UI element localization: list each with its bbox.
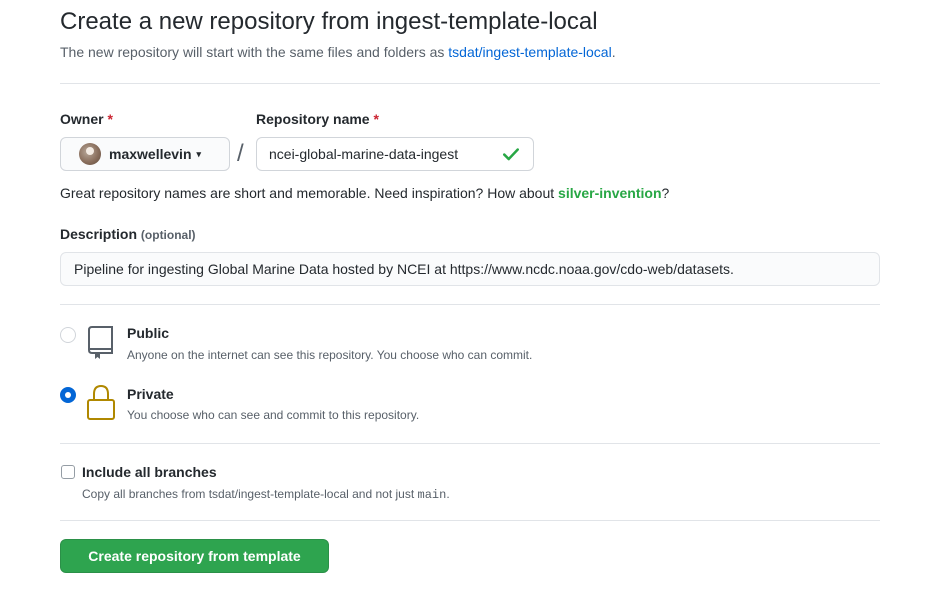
- repository-name-field[interactable]: [256, 137, 534, 171]
- owner-name: maxwellevin: [109, 146, 192, 162]
- create-repository-button[interactable]: Create repository from template: [60, 539, 329, 573]
- repo-icon: [88, 326, 113, 359]
- branches-note-text: Copy all branches from tsdat/ingest-temp…: [82, 487, 418, 501]
- page-subtitle: The new repository will start with the s…: [60, 44, 616, 60]
- required-mark: *: [373, 111, 379, 127]
- private-description: You choose who can see and commit to thi…: [127, 408, 420, 422]
- lock-icon: [87, 384, 115, 420]
- divider: [60, 520, 880, 521]
- include-branches-description: Copy all branches from tsdat/ingest-temp…: [82, 487, 450, 502]
- name-hint: Great repository names are short and mem…: [60, 185, 669, 201]
- avatar: [79, 143, 101, 165]
- description-field[interactable]: [60, 252, 880, 286]
- description-input[interactable]: [74, 261, 874, 277]
- owner-label-text: Owner: [60, 111, 104, 127]
- description-label: Description (optional): [60, 226, 196, 242]
- check-icon: [503, 148, 519, 161]
- branch-name-code: main: [417, 488, 447, 502]
- public-title: Public: [127, 325, 170, 341]
- repository-name-label: Repository name *: [256, 111, 379, 127]
- repository-name-label-text: Repository name: [256, 111, 370, 127]
- owner-label: Owner *: [60, 111, 113, 127]
- template-link[interactable]: tsdat/ingest-template-local: [448, 44, 611, 60]
- public-radio[interactable]: [60, 327, 76, 343]
- name-suggestion[interactable]: silver-invention: [558, 185, 661, 201]
- divider: [60, 304, 880, 305]
- owner-repo-separator: /: [237, 140, 244, 167]
- subtitle-suffix: .: [611, 44, 616, 60]
- divider: [60, 83, 880, 84]
- divider: [60, 443, 880, 444]
- private-title: Private: [127, 386, 174, 402]
- hint-suffix: ?: [661, 185, 670, 201]
- repository-name-input[interactable]: [269, 146, 494, 162]
- required-mark: *: [107, 111, 113, 127]
- include-branches-label: Include all branches: [82, 464, 217, 480]
- page-title: Create a new repository from ingest-temp…: [60, 8, 598, 35]
- owner-select-button[interactable]: maxwellevin ▾: [60, 137, 230, 171]
- private-radio[interactable]: [60, 387, 76, 403]
- caret-down-icon: ▾: [196, 148, 202, 159]
- public-description: Anyone on the internet can see this repo…: [127, 348, 533, 362]
- description-label-text: Description: [60, 226, 138, 242]
- subtitle-text: The new repository will start with the s…: [60, 44, 449, 60]
- optional-tag: (optional): [140, 228, 196, 242]
- branches-note-suffix: .: [446, 487, 450, 501]
- hint-text: Great repository names are short and mem…: [60, 185, 559, 201]
- include-branches-checkbox[interactable]: [61, 465, 75, 479]
